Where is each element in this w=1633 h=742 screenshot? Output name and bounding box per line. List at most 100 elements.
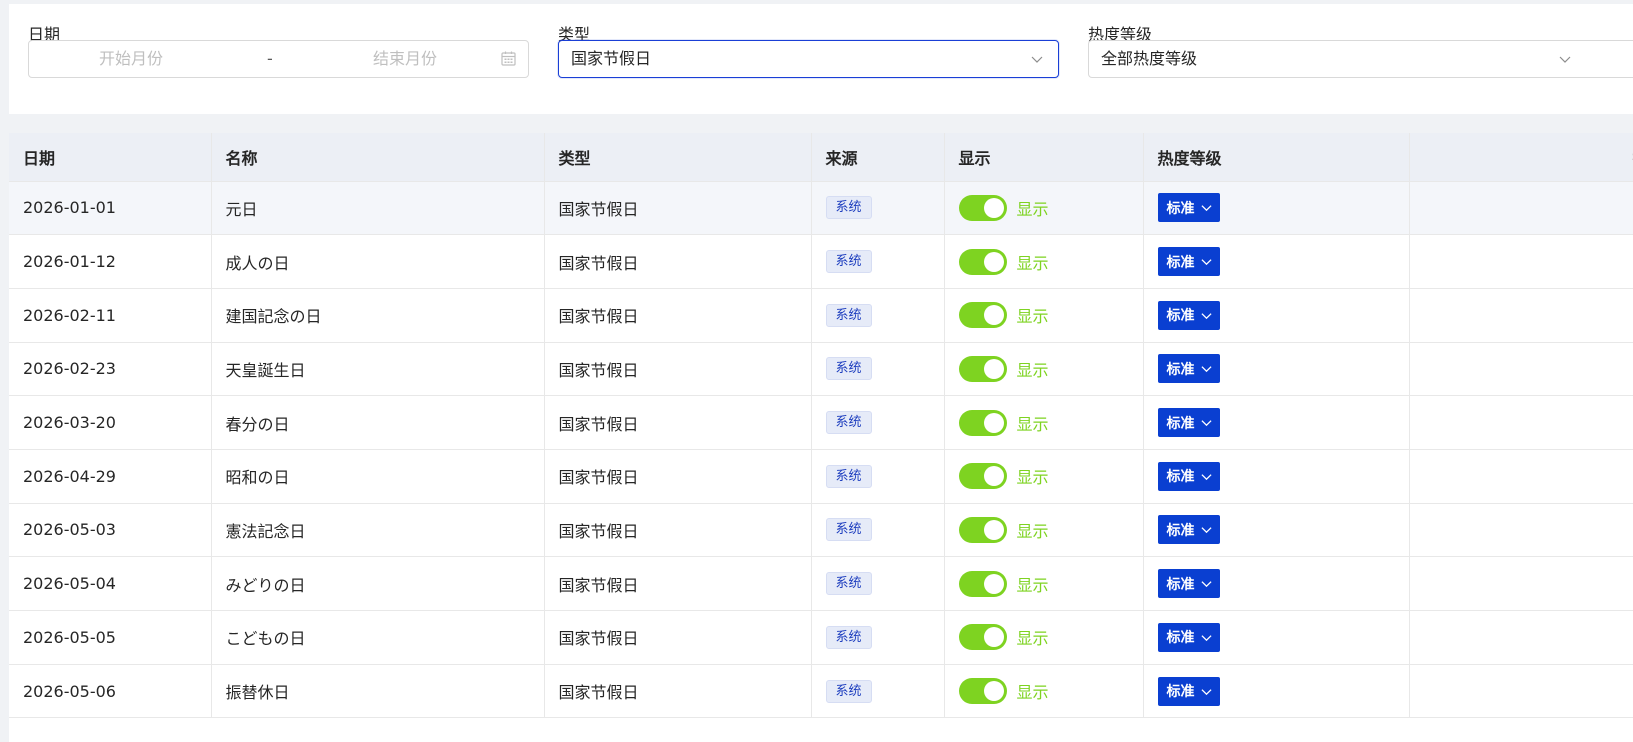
cell-name: 春分の日	[211, 395, 545, 450]
show-toggle-switch[interactable]	[958, 409, 1007, 436]
toggle-knob	[983, 627, 1004, 648]
table-row: 2026-02-23 天皇誕生日 国家节假日 系统 显示 标准	[9, 342, 1633, 397]
cell-date: 2026-02-11	[9, 288, 212, 343]
show-toggle-switch[interactable]	[958, 248, 1007, 275]
chevron-down-icon	[1559, 56, 1571, 63]
show-toggle-switch[interactable]	[958, 194, 1007, 221]
heat-level-dropdown-button[interactable]: 标准	[1157, 300, 1220, 330]
show-toggle-label: 显示	[1016, 414, 1049, 434]
cell-type: 国家节假日	[544, 342, 812, 397]
cell-heat: 标准	[1143, 664, 1410, 719]
table-row: 2026-03-20 春分の日 国家节假日 系统 显示 标准	[9, 395, 1633, 450]
chevron-down-icon	[1031, 56, 1043, 63]
source-tag: 系统	[825, 518, 872, 542]
cell-type: 国家节假日	[544, 556, 812, 611]
cell-name: 昭和の日	[211, 449, 545, 504]
show-toggle-label: 显示	[1016, 307, 1049, 327]
cell-heat: 标准	[1143, 610, 1410, 665]
cell-source: 系统	[811, 342, 945, 397]
table-row: 2026-01-12 成人の日 国家节假日 系统 显示 标准	[9, 234, 1633, 289]
show-toggle-switch[interactable]	[958, 570, 1007, 597]
cell-actions	[1409, 449, 1633, 504]
heat-level-select[interactable]: 全部热度等级	[1088, 40, 1633, 78]
source-tag: 系统	[825, 464, 872, 488]
table-header-row: 日期 名称 类型 来源 显示 热度等级 操	[9, 133, 1633, 182]
show-toggle-switch[interactable]	[958, 678, 1007, 705]
heat-select-value: 全部热度等级	[1101, 49, 1198, 68]
type-select-value: 国家节假日	[571, 49, 652, 68]
cell-heat: 标准	[1143, 288, 1410, 343]
show-toggle-switch[interactable]	[958, 463, 1007, 490]
show-toggle-switch[interactable]	[958, 516, 1007, 543]
toggle-knob	[983, 681, 1004, 702]
chevron-down-icon	[1200, 635, 1212, 642]
start-month-input[interactable]: 开始月份	[99, 41, 163, 77]
end-month-input[interactable]: 结束月份	[373, 41, 437, 77]
show-toggle-switch[interactable]	[958, 355, 1007, 382]
show-toggle-label: 显示	[1016, 360, 1049, 380]
toggle-knob	[983, 197, 1004, 218]
chevron-down-icon	[1200, 420, 1212, 427]
heat-level-dropdown-button[interactable]: 标准	[1157, 354, 1220, 384]
toggle-knob	[983, 251, 1004, 272]
heat-level-label: 标准	[1166, 630, 1195, 647]
chevron-down-icon	[1200, 688, 1212, 695]
heat-level-dropdown-button[interactable]: 标准	[1157, 247, 1220, 277]
table-row: 2026-05-04 みどりの日 国家节假日 系统 显示 标准	[9, 556, 1633, 611]
toggle-knob	[983, 305, 1004, 326]
cell-show: 显示	[944, 664, 1144, 719]
heat-level-label: 标准	[1166, 361, 1195, 378]
type-select[interactable]: 国家节假日	[558, 40, 1059, 78]
cell-name: 憲法記念日	[211, 503, 545, 558]
cell-show: 显示	[944, 181, 1144, 236]
date-range-picker[interactable]: 开始月份 - 结束月份	[28, 40, 529, 78]
cell-type: 国家节假日	[544, 664, 812, 719]
cell-date: 2026-01-01	[9, 181, 212, 236]
column-header-type: 类型	[544, 133, 812, 182]
chevron-down-icon	[1200, 205, 1212, 212]
heat-level-label: 标准	[1166, 254, 1195, 271]
heat-level-dropdown-button[interactable]: 标准	[1157, 622, 1220, 652]
cell-source: 系统	[811, 181, 945, 236]
calendar-icon[interactable]	[501, 51, 516, 66]
heat-level-dropdown-button[interactable]: 标准	[1157, 515, 1220, 545]
heat-level-dropdown-button[interactable]: 标准	[1157, 193, 1220, 223]
source-tag: 系统	[825, 679, 872, 703]
heat-level-label: 标准	[1166, 469, 1195, 486]
cell-actions	[1409, 288, 1633, 343]
column-header-source: 来源	[811, 133, 945, 182]
column-header-actions: 操	[1409, 133, 1633, 182]
heat-level-dropdown-button[interactable]: 标准	[1157, 461, 1220, 491]
heat-level-label: 标准	[1166, 200, 1195, 217]
cell-actions	[1409, 342, 1633, 397]
cell-name: 成人の日	[211, 234, 545, 289]
cell-source: 系统	[811, 395, 945, 450]
heat-level-dropdown-button[interactable]: 标准	[1157, 408, 1220, 438]
cell-heat: 标准	[1143, 449, 1410, 504]
heat-level-label: 标准	[1166, 415, 1195, 432]
heat-level-dropdown-button[interactable]: 标准	[1157, 676, 1220, 706]
cell-show: 显示	[944, 610, 1144, 665]
cell-actions	[1409, 503, 1633, 558]
cell-show: 显示	[944, 288, 1144, 343]
cell-actions	[1409, 664, 1633, 719]
cell-name: みどりの日	[211, 556, 545, 611]
heat-level-dropdown-button[interactable]: 标准	[1157, 569, 1220, 599]
cell-heat: 标准	[1143, 556, 1410, 611]
date-range-separator: -	[267, 49, 273, 68]
show-toggle-label: 显示	[1016, 468, 1049, 488]
cell-source: 系统	[811, 664, 945, 719]
toggle-knob	[983, 573, 1004, 594]
toggle-knob	[983, 519, 1004, 540]
chevron-down-icon	[1200, 527, 1212, 534]
cell-name: 天皇誕生日	[211, 342, 545, 397]
show-toggle-label: 显示	[1016, 683, 1049, 703]
cell-show: 显示	[944, 556, 1144, 611]
cell-source: 系统	[811, 449, 945, 504]
show-toggle-label: 显示	[1016, 575, 1049, 595]
table-row: 2026-05-05 こどもの日 国家节假日 系统 显示 标准	[9, 610, 1633, 665]
show-toggle-switch[interactable]	[958, 302, 1007, 329]
table-row: 2026-05-03 憲法記念日 国家节假日 系统 显示 标准	[9, 503, 1633, 558]
show-toggle-switch[interactable]	[958, 624, 1007, 651]
source-tag: 系统	[825, 572, 872, 596]
